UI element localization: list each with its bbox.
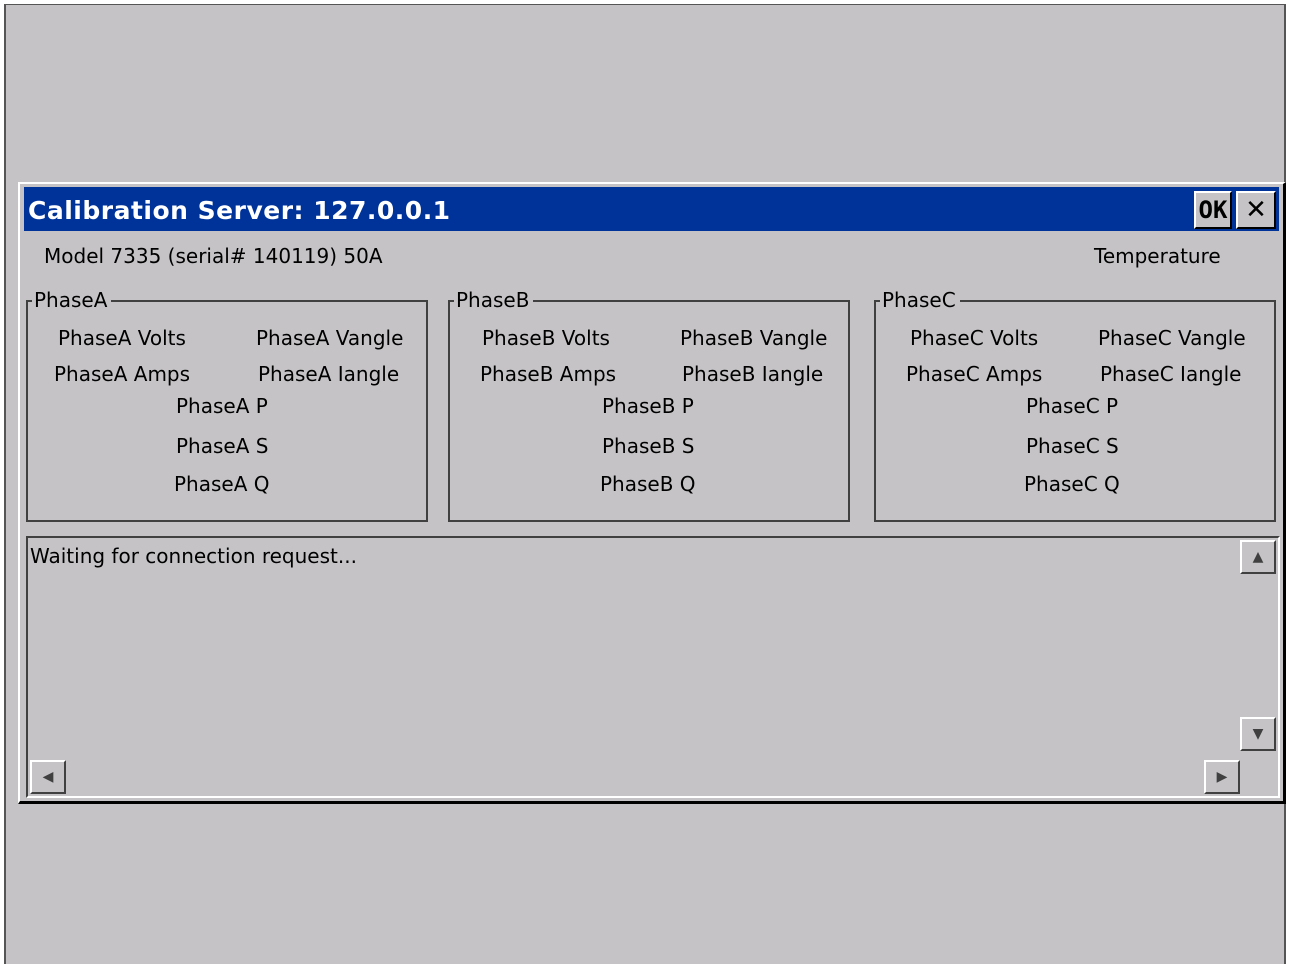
scrollbar-corner <box>1240 758 1278 796</box>
group-title: PhaseC <box>880 288 960 312</box>
phase-b-s: PhaseB S <box>602 434 695 458</box>
horizontal-scrollbar[interactable]: ◀ ▶ <box>28 758 1240 796</box>
phase-b-p: PhaseB P <box>602 394 694 418</box>
close-button[interactable]: ✕ <box>1236 191 1276 229</box>
phase-c-s: PhaseC S <box>1026 434 1119 458</box>
phase-a-p: PhaseA P <box>176 394 268 418</box>
title-bar: Calibration Server: 127.0.0.1 OK ✕ <box>24 187 1279 231</box>
phase-c-group: PhaseC PhaseC Volts PhaseC Vangle PhaseC… <box>874 288 1276 522</box>
phase-a-vangle: PhaseA Vangle <box>256 326 404 350</box>
group-title: PhaseB <box>454 288 534 312</box>
phase-b-group: PhaseB PhaseB Volts PhaseB Vangle PhaseB… <box>448 288 850 522</box>
scroll-up-button[interactable]: ▲ <box>1240 540 1276 574</box>
phase-c-amps: PhaseC Amps <box>906 362 1043 386</box>
scroll-up-arrow-icon: ▲ <box>1252 549 1264 565</box>
phase-c-q: PhaseC Q <box>1024 472 1120 496</box>
phase-c-volts: PhaseC Volts <box>910 326 1039 350</box>
phase-c-iangle: PhaseC Iangle <box>1100 362 1242 386</box>
phase-a-q: PhaseA Q <box>174 472 270 496</box>
phase-a-iangle: PhaseA Iangle <box>258 362 400 386</box>
phase-b-iangle: PhaseB Iangle <box>682 362 824 386</box>
log-textarea[interactable]: Waiting for connection request... ▲ ▼ ◀ … <box>26 536 1280 798</box>
scroll-down-button[interactable]: ▼ <box>1240 717 1276 751</box>
vertical-scrollbar[interactable]: ▲ ▼ <box>1240 538 1278 753</box>
close-icon: ✕ <box>1245 195 1267 225</box>
phase-a-s: PhaseA S <box>176 434 269 458</box>
scroll-right-arrow-icon: ▶ <box>1216 769 1228 785</box>
group-title: PhaseA <box>32 288 112 312</box>
model-label: Model 7335 (serial# 140119) 50A <box>44 244 383 268</box>
ok-button[interactable]: OK <box>1194 191 1232 229</box>
desktop-screen: Calibration Server: 127.0.0.1 OK ✕ Model… <box>4 4 1286 964</box>
phase-a-volts: PhaseA Volts <box>58 326 186 350</box>
phase-b-volts: PhaseB Volts <box>482 326 610 350</box>
phase-a-group: PhaseA PhaseA Volts PhaseA Vangle PhaseA… <box>26 288 428 522</box>
phase-a-amps: PhaseA Amps <box>54 362 191 386</box>
phase-b-amps: PhaseB Amps <box>480 362 617 386</box>
phase-b-vangle: PhaseB Vangle <box>680 326 828 350</box>
scroll-left-arrow-icon: ◀ <box>42 769 54 785</box>
phase-c-vangle: PhaseC Vangle <box>1098 326 1246 350</box>
temperature-label: Temperature <box>1094 244 1221 268</box>
calibration-dialog: Calibration Server: 127.0.0.1 OK ✕ Model… <box>18 182 1286 804</box>
window-title: Calibration Server: 127.0.0.1 <box>28 196 451 225</box>
phase-c-p: PhaseC P <box>1026 394 1119 418</box>
scroll-right-button[interactable]: ▶ <box>1204 760 1240 794</box>
scroll-down-arrow-icon: ▼ <box>1252 726 1264 742</box>
scroll-left-button[interactable]: ◀ <box>30 760 66 794</box>
phase-b-q: PhaseB Q <box>600 472 696 496</box>
log-message: Waiting for connection request... <box>30 544 357 568</box>
